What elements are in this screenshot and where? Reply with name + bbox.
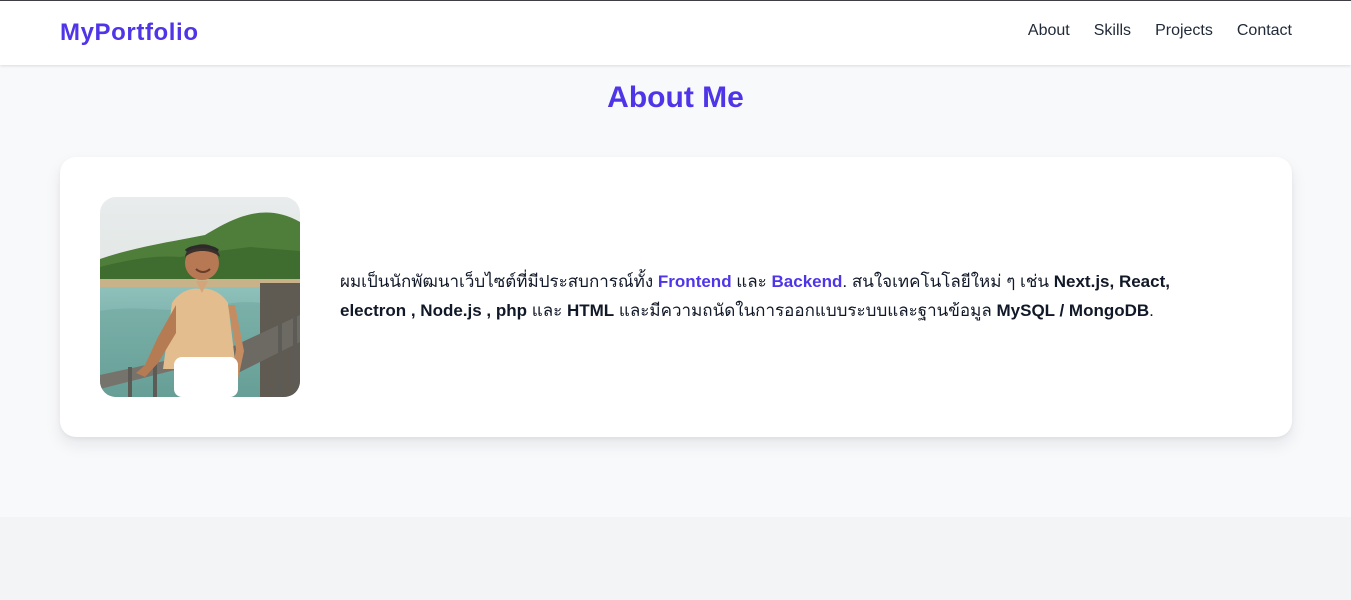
bio-text-database-intro: และมีความถนัดในการออกแบบระบบและฐานข้อมูล <box>614 301 997 320</box>
nav-link-projects[interactable]: Projects <box>1155 22 1213 40</box>
section-title: About Me <box>607 81 744 114</box>
nav-link-about[interactable]: About <box>1028 22 1070 40</box>
bio-text: ผมเป็นนักพัฒนาเว็บไซต์ที่มีประสบการณ์ทั้… <box>340 267 1220 325</box>
logo-link[interactable]: MyPortfolio <box>60 19 199 47</box>
about-card: ผมเป็นนักพัฒนาเว็บไซต์ที่มีประสบการณ์ทั้… <box>60 157 1292 437</box>
nav-link-skills[interactable]: Skills <box>1094 22 1131 40</box>
bio-text-conjunction-1: และ <box>731 272 772 291</box>
profile-photo <box>100 197 300 397</box>
about-section: About Me ผมเป็นนักพัฒนาเว็บไซต์ที่มีประส… <box>0 65 1351 517</box>
site-header: MyPortfolio About Skills Projects Contac… <box>0 1 1351 65</box>
skill-backend: Backend <box>771 272 843 291</box>
nav-link-contact[interactable]: Contact <box>1237 22 1292 40</box>
database-list: MySQL / MongoDB <box>996 301 1150 320</box>
bio-text-conjunction-2: และ <box>527 301 567 320</box>
bio-text-intro: ผมเป็นนักพัฒนาเว็บไซต์ที่มีประสบการณ์ทั้… <box>340 272 658 291</box>
skill-frontend: Frontend <box>657 272 732 291</box>
main-navigation: About Skills Projects Contact <box>1028 22 1292 40</box>
bio-text-period: . <box>1149 301 1154 320</box>
bio-text-tech-intro: . สนใจเทคโนโลยีใหม่ ๆ เช่น <box>842 272 1054 291</box>
page-footer-background <box>0 517 1351 600</box>
tech-html: HTML <box>566 301 615 320</box>
profile-photo-image <box>100 197 300 397</box>
